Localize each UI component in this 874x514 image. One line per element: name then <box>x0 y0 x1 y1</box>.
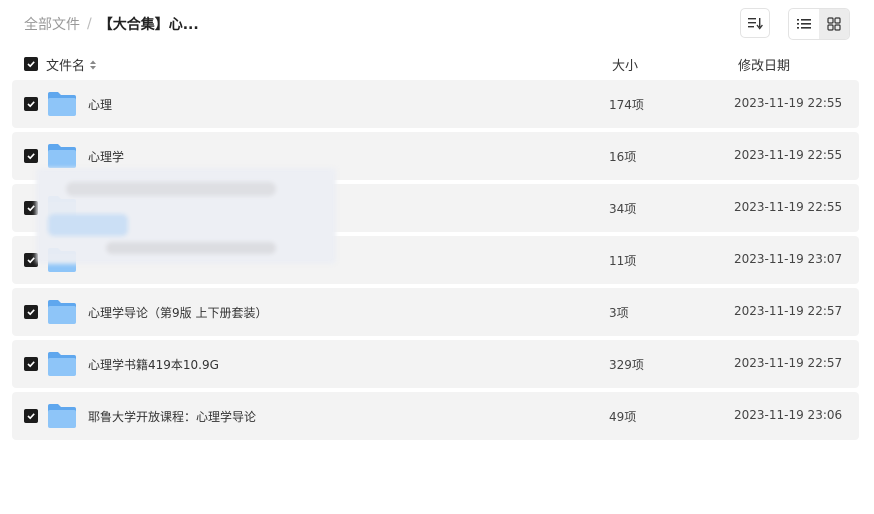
table-row[interactable]: 心理学书籍419本10.9G 329项 2023-11-19 22:57 <box>12 340 859 388</box>
name-column-header[interactable]: 文件名 <box>46 55 97 74</box>
folder-icon <box>48 300 76 324</box>
file-date: 2023-11-19 22:55 <box>734 96 843 110</box>
file-size: 3项 <box>609 306 629 320</box>
folder-icon <box>48 92 76 116</box>
size-column-header[interactable]: 大小 <box>612 55 638 74</box>
breadcrumb-current: 【大合集】心... <box>98 17 199 33</box>
grid-view-button[interactable] <box>819 9 849 39</box>
file-size: 174项 <box>609 98 644 112</box>
table-row[interactable]: 心理 174项 2023-11-19 22:55 <box>12 80 859 128</box>
file-size: 11项 <box>609 254 637 268</box>
file-size: 34项 <box>609 202 637 216</box>
list-view-button[interactable] <box>789 9 819 39</box>
list-view-icon <box>797 19 811 29</box>
table-row[interactable]: 心理学导论（第9版 上下册套装） 3项 2023-11-19 22:57 <box>12 288 859 336</box>
row-checkbox[interactable] <box>24 149 38 163</box>
row-checkbox[interactable] <box>24 409 38 423</box>
sort-toggle-icon <box>90 60 97 69</box>
file-size: 329项 <box>609 358 644 372</box>
row-checkbox[interactable] <box>24 357 38 371</box>
check-icon <box>27 361 35 368</box>
check-icon <box>27 61 35 68</box>
check-icon <box>27 309 35 316</box>
file-size: 49项 <box>609 410 637 424</box>
row-checkbox[interactable] <box>24 305 38 319</box>
check-icon <box>27 153 35 160</box>
date-column-header[interactable]: 修改日期 <box>738 55 790 74</box>
folder-icon <box>48 144 76 168</box>
column-header: 文件名 大小 修改日期 <box>12 54 859 74</box>
sort-icon <box>748 18 763 30</box>
table-row[interactable]: 耶鲁大学开放课程：心理学导论 49项 2023-11-19 23:06 <box>12 392 859 440</box>
check-icon <box>27 101 35 108</box>
breadcrumb-root[interactable]: 全部文件 <box>24 14 80 34</box>
file-date: 2023-11-19 22:57 <box>734 356 843 370</box>
breadcrumb: 全部文件 / 【大合集】心... <box>24 14 199 34</box>
blurred-shape <box>66 182 276 196</box>
grid-view-icon <box>827 17 841 31</box>
view-switch <box>788 8 850 40</box>
file-name[interactable]: 心理学导论（第9版 上下册套装） <box>88 304 267 321</box>
file-date: 2023-11-19 22:55 <box>734 148 843 162</box>
file-date: 2023-11-19 23:07 <box>734 252 843 266</box>
file-name[interactable]: 心理 <box>88 96 112 113</box>
file-name[interactable]: 心理学 <box>88 148 124 165</box>
check-icon <box>27 413 35 420</box>
sort-button[interactable] <box>740 8 770 38</box>
folder-icon <box>48 404 76 428</box>
file-name[interactable]: 耶鲁大学开放课程：心理学导论 <box>88 408 256 425</box>
file-size: 16项 <box>609 150 637 164</box>
file-date: 2023-11-19 22:55 <box>734 200 843 214</box>
breadcrumb-separator: / <box>87 16 92 32</box>
file-name[interactable]: 心理学书籍419本10.9G <box>88 356 219 373</box>
file-date: 2023-11-19 22:57 <box>734 304 843 318</box>
row-checkbox[interactable] <box>24 97 38 111</box>
blurred-overlay <box>36 168 336 264</box>
name-column-label: 文件名 <box>46 59 86 74</box>
blurred-shape <box>48 214 128 236</box>
check-icon <box>27 205 35 212</box>
file-date: 2023-11-19 23:06 <box>734 408 843 422</box>
select-all-checkbox[interactable] <box>24 57 38 71</box>
folder-icon <box>48 352 76 376</box>
blurred-shape <box>106 242 276 254</box>
check-icon <box>27 257 35 264</box>
